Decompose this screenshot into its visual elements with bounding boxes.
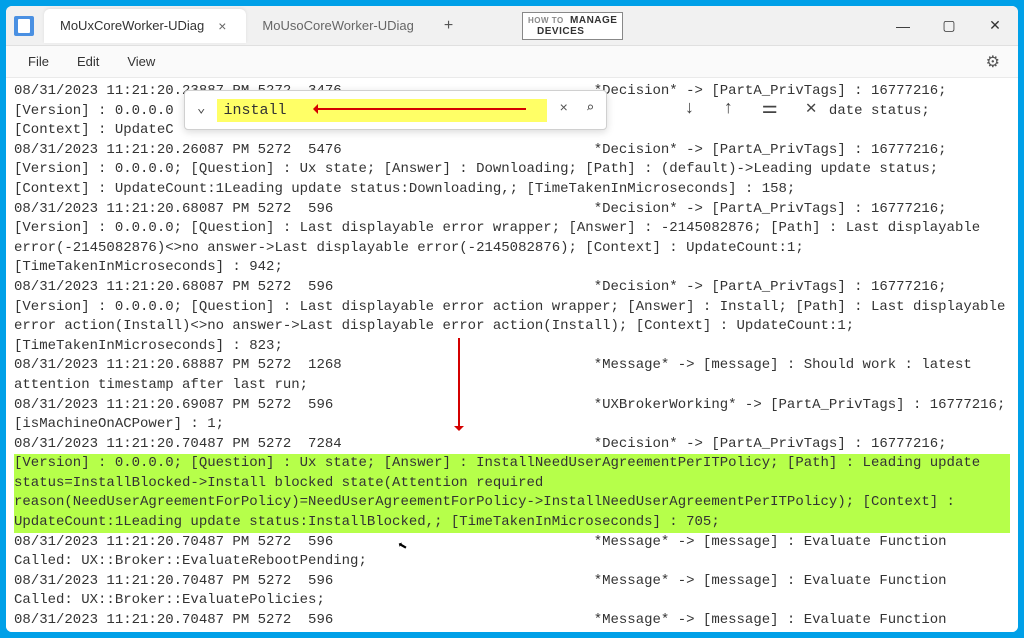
log-line: 08/31/2023 11:21:20.68887 PM 5272 1268 *… — [14, 356, 1010, 395]
find-expand-icon[interactable]: ⌄ — [191, 96, 211, 124]
maximize-button[interactable]: ▢ — [926, 6, 972, 45]
window-controls: ― ▢ ✕ — [880, 6, 1018, 45]
tab-active-label: MoUxCoreWorker-UDiag — [60, 18, 204, 33]
log-line: [TimeTakenInMicroseconds] : 942; — [14, 258, 1010, 278]
find-search-icon[interactable]: ⌕ — [580, 96, 600, 124]
app-window: MoUxCoreWorker-UDiag × MoUsoCoreWorker-U… — [6, 6, 1018, 632]
tab-inactive[interactable]: MoUsoCoreWorker-UDiag — [246, 9, 429, 43]
menu-view[interactable]: View — [113, 50, 169, 73]
brand-logo: HOW TO MANAGE DEVICES — [522, 12, 623, 40]
tab-active[interactable]: MoUxCoreWorker-UDiag × — [44, 9, 246, 43]
app-icon — [14, 16, 34, 36]
log-line: [Version] : 0.0.0.0; [Question] : Last d… — [14, 219, 1010, 258]
log-line-highlighted: [Version] : 0.0.0.0; [Question] : Ux sta… — [14, 454, 1010, 532]
annotation-arrow-vertical — [458, 338, 460, 428]
find-prev-icon[interactable]: ↑ — [715, 93, 742, 126]
log-line: 08/31/2023 11:21:20.70487 PM 5272 596 *M… — [14, 533, 1010, 572]
tab-close-icon[interactable]: × — [214, 16, 230, 36]
log-line: [TimeTakenInMicroseconds] : 823; — [14, 337, 1010, 357]
log-line: 08/31/2023 11:21:20.69087 PM 5272 596 *U… — [14, 396, 1010, 435]
brand-line2: DEVICES — [537, 26, 584, 37]
find-input[interactable] — [217, 99, 547, 122]
menu-file[interactable]: File — [14, 50, 63, 73]
settings-gear-icon[interactable]: ⚙ — [976, 48, 1010, 76]
log-line: 08/31/2023 11:21:20.68087 PM 5272 596 *D… — [14, 278, 1010, 298]
log-line: 08/31/2023 11:21:20.26087 PM 5272 5476 *… — [14, 141, 1010, 161]
log-line: [Version] : 0.0.0.0; [Question] : Last d… — [14, 298, 1010, 337]
find-close-icon[interactable]: ✕ — [798, 93, 825, 126]
find-clear-icon[interactable]: × — [553, 96, 573, 124]
tab-add-button[interactable]: + — [430, 17, 467, 35]
find-options-icon[interactable]: ⚌ — [754, 93, 786, 126]
titlebar: MoUxCoreWorker-UDiag × MoUsoCoreWorker-U… — [6, 6, 1018, 46]
log-line: [Version] : 0.0.0.0; [Question] : Ux sta… — [14, 160, 1010, 180]
annotation-arrow-horizontal — [316, 108, 526, 110]
brand-line1: MANAGE — [570, 15, 617, 26]
menubar: File Edit View ⚙ — [6, 46, 1018, 78]
menu-edit[interactable]: Edit — [63, 50, 113, 73]
minimize-button[interactable]: ― — [880, 6, 926, 45]
find-nav: ↓ ↑ ⚌ ✕ — [676, 90, 825, 130]
find-next-icon[interactable]: ↓ — [676, 93, 703, 126]
brand-side: HOW TO — [528, 17, 564, 25]
log-line: [Context] : UpdateCount:1Leading update … — [14, 180, 1010, 200]
log-line: 08/31/2023 11:21:20.70487 PM 5272 596 *M… — [14, 572, 1010, 611]
find-bar: ⌄ × ⌕ — [184, 90, 607, 130]
log-line: 08/31/2023 11:21:20.68087 PM 5272 596 *D… — [14, 200, 1010, 220]
editor-content[interactable]: ⌄ × ⌕ ↓ ↑ ⚌ ✕ ⬉ 08/31/2023 11:21:20.2388… — [6, 78, 1018, 632]
log-line: 08/31/2023 11:21:20.70487 PM 5272 7284 *… — [14, 435, 1010, 455]
close-button[interactable]: ✕ — [972, 6, 1018, 45]
tab-inactive-label: MoUsoCoreWorker-UDiag — [262, 18, 413, 33]
log-line: 08/31/2023 11:21:20.70487 PM 5272 596 *M… — [14, 611, 1010, 632]
